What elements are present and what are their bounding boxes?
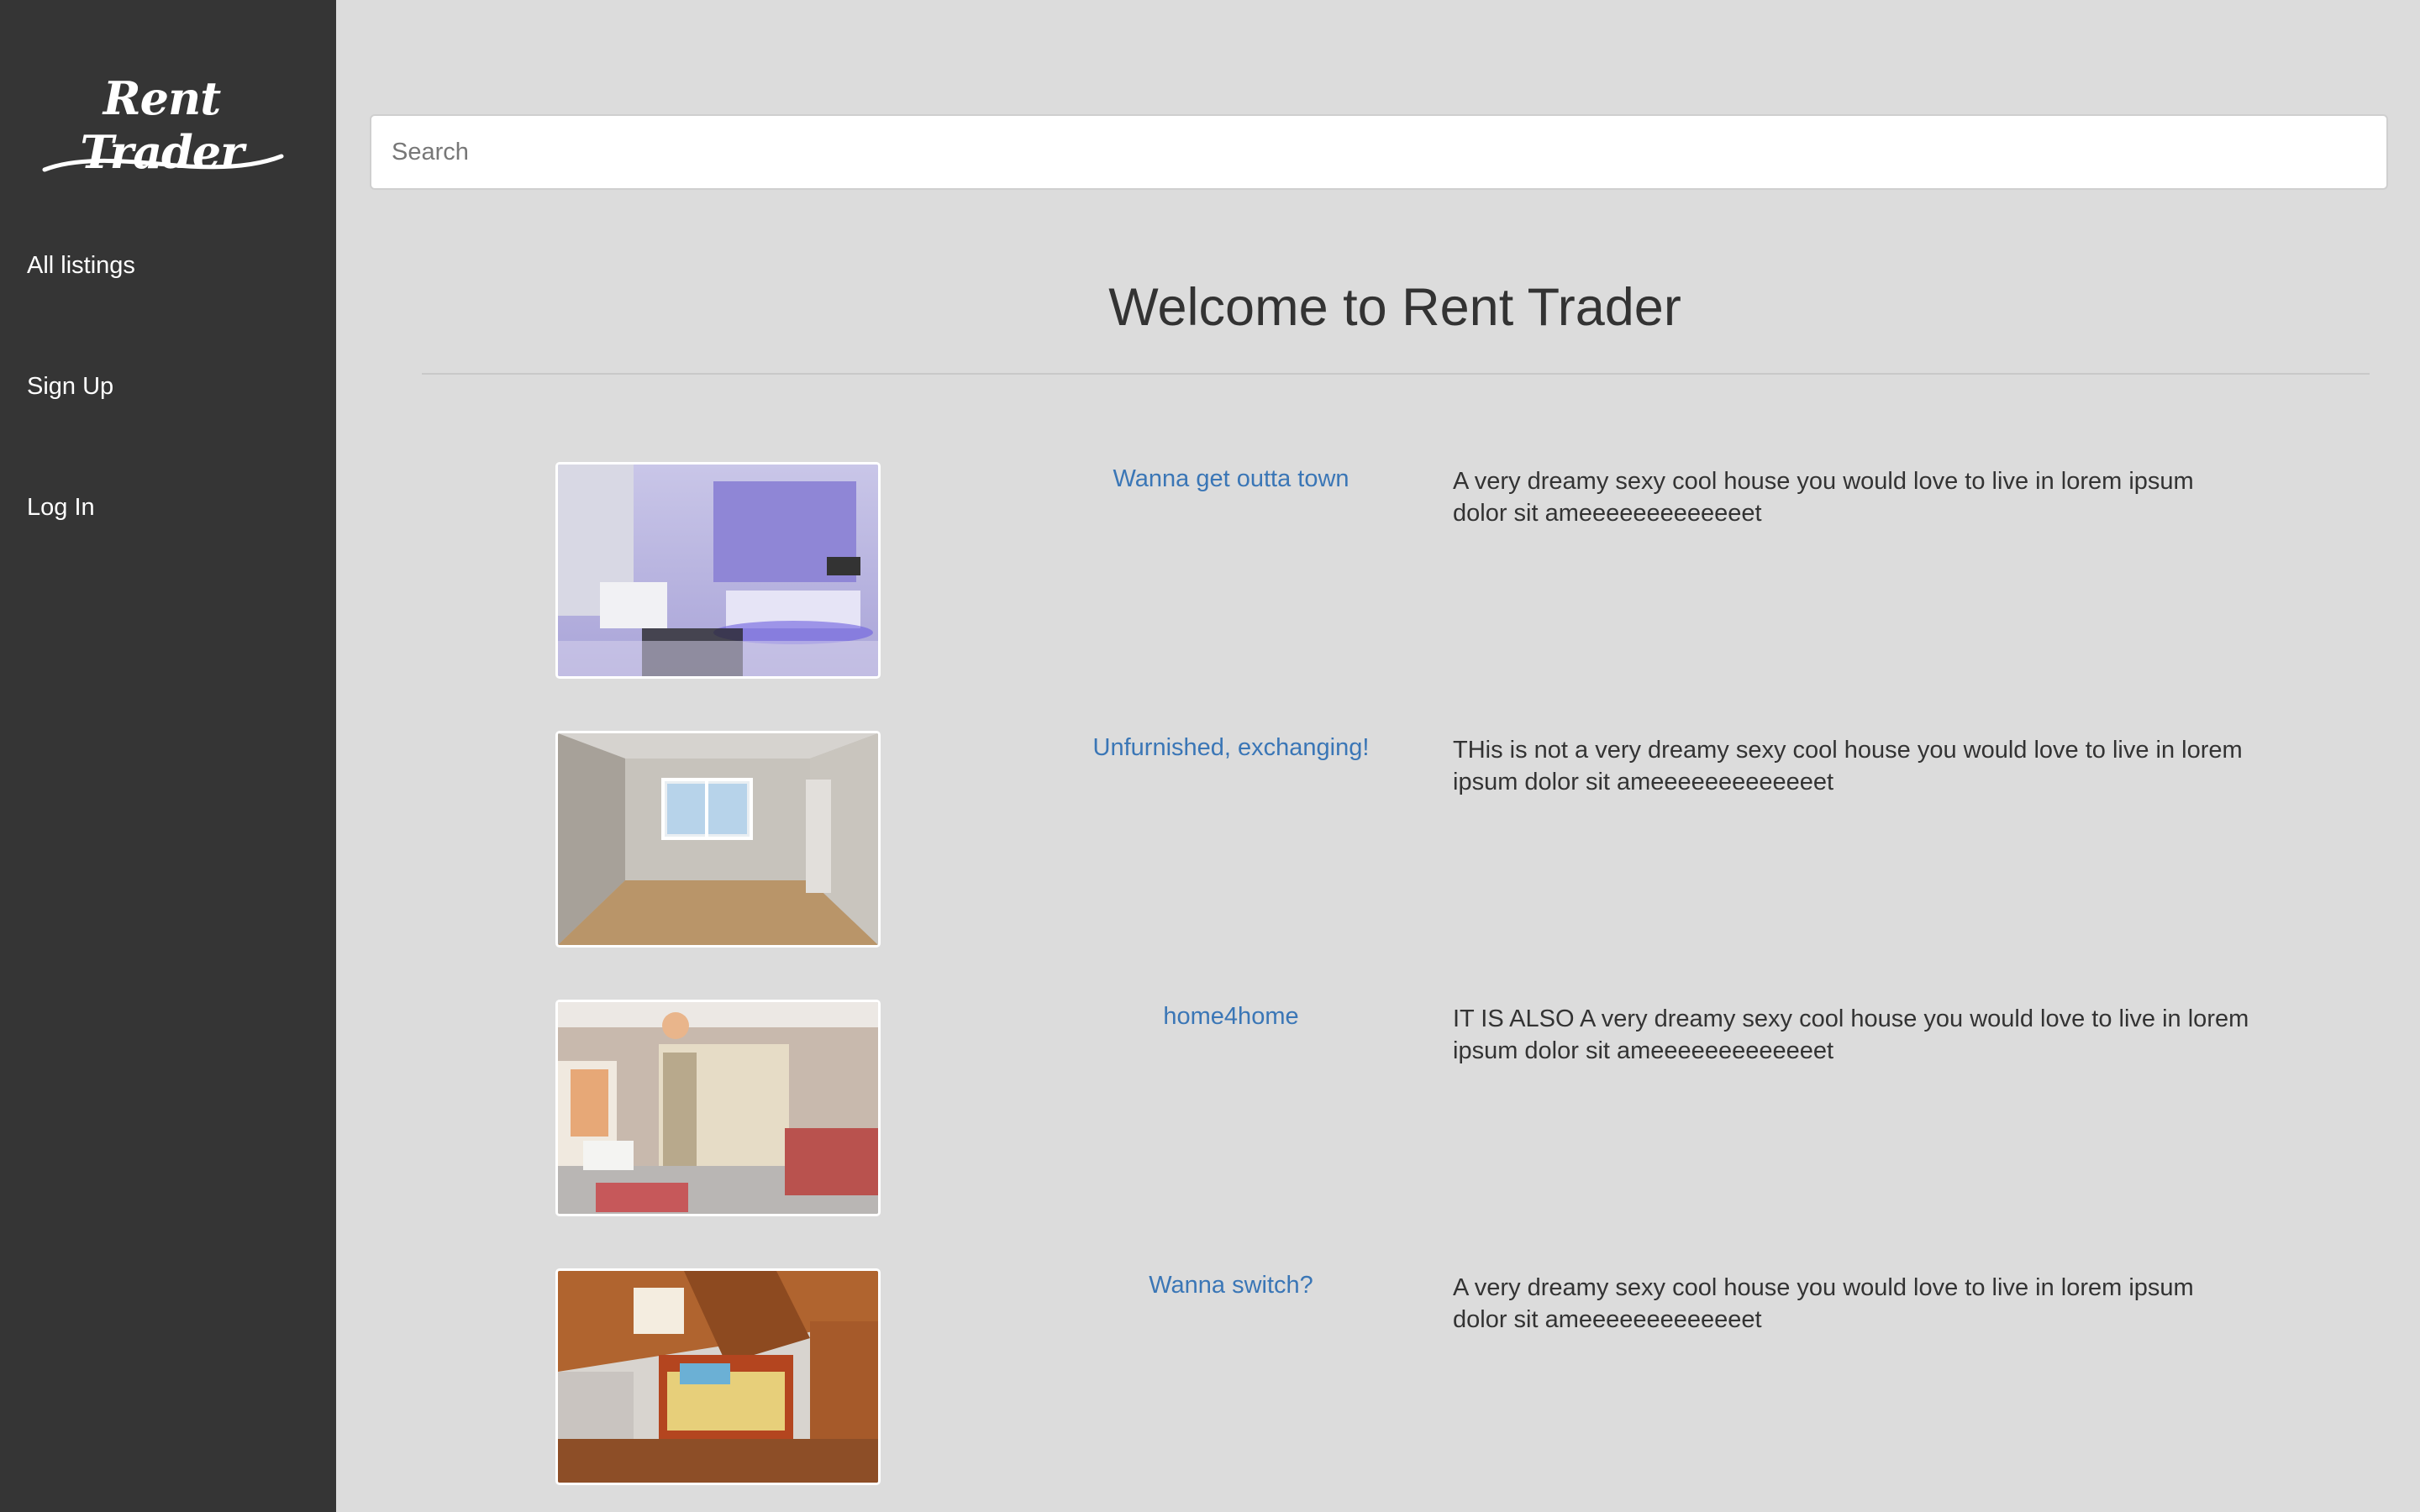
listing-title[interactable]: Wanna switch? [1059, 1272, 1403, 1299]
title-divider [422, 373, 2370, 375]
listing-item: home4home IT IS ALSO A very dreamy sexy … [336, 1000, 2420, 1218]
listing-item: Wanna get outta town A very dreamy sexy … [336, 462, 2420, 680]
listing-description: IT IS ALSO A very dreamy sexy cool house… [1453, 1005, 2249, 1064]
listing-title[interactable]: Unfurnished, exchanging! [1059, 734, 1403, 762]
search-input[interactable] [370, 114, 2388, 190]
listing-photo[interactable] [555, 1000, 881, 1216]
page-title: Welcome to Rent Trader [1108, 278, 1681, 337]
listing-item: Unfurnished, exchanging! THis is not a v… [336, 731, 2420, 949]
listing-photo[interactable] [555, 462, 881, 679]
sidebar: Rent Trader All listings Sign Up Log In [0, 0, 336, 1512]
logo[interactable]: Rent Trader [29, 25, 294, 193]
logo-swoosh-icon [42, 154, 284, 172]
listing-item: Wanna switch? A very dreamy sexy cool ho… [336, 1268, 2420, 1487]
listing-title[interactable]: Wanna get outta town [1059, 465, 1403, 493]
nav-all-listings[interactable]: All listings [27, 252, 135, 280]
listing-photo[interactable] [555, 1268, 881, 1485]
listing-description: THis is not a very dreamy sexy cool hous… [1453, 737, 2243, 795]
nav-sign-up[interactable]: Sign Up [27, 373, 113, 401]
listing-title[interactable]: home4home [1059, 1003, 1403, 1031]
listing-description: A very dreamy sexy cool house you would … [1453, 1274, 2194, 1333]
listing-description: A very dreamy sexy cool house you would … [1453, 468, 2194, 527]
listing-photo[interactable] [555, 731, 881, 948]
main-content: Welcome to Rent Trader Wanna [336, 0, 2420, 1512]
nav-log-in[interactable]: Log In [27, 494, 95, 522]
